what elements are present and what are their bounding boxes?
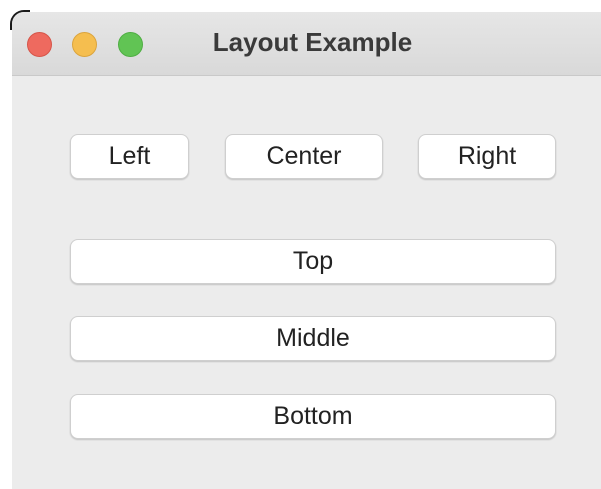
left-button[interactable]: Left [70,134,189,179]
middle-button[interactable]: Middle [70,316,556,361]
title-bar[interactable]: Layout Example [12,12,601,76]
bottom-button[interactable]: Bottom [70,394,556,439]
app-window: Layout Example Left Center Right Top Mid… [12,12,601,489]
right-button[interactable]: Right [418,134,556,179]
top-button[interactable]: Top [70,239,556,284]
window-title: Layout Example [212,27,413,57]
center-button[interactable]: Center [225,134,383,179]
window-content: Left Center Right Top Middle Bottom [12,76,601,489]
